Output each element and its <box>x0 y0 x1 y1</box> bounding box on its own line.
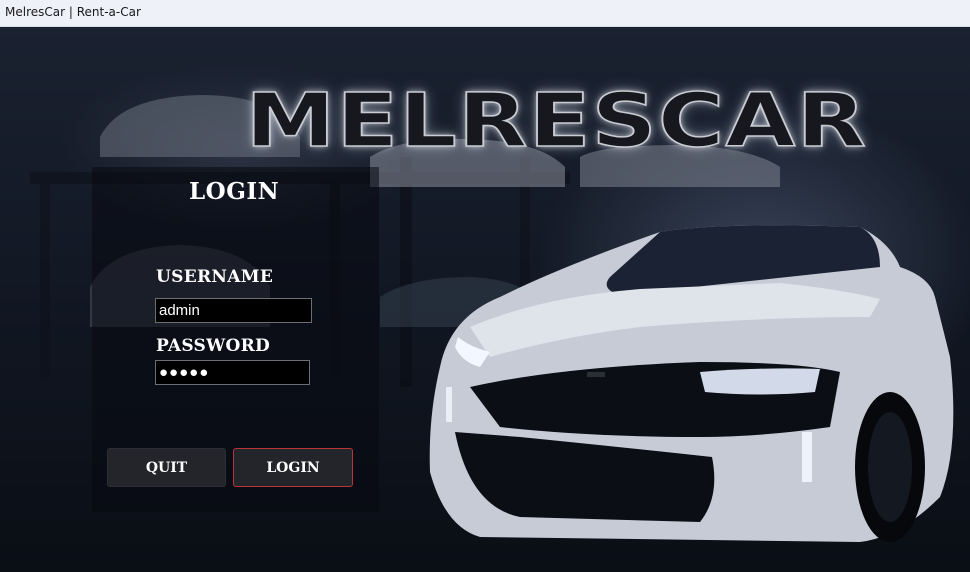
window-title-bar: MelresCar | Rent-a-Car <box>0 0 970 27</box>
login-button[interactable]: LOGIN <box>233 448 353 487</box>
login-button-label: LOGIN <box>266 459 320 476</box>
app-logo: MELRESCAR <box>244 78 868 164</box>
quit-button[interactable]: QUIT <box>107 448 226 487</box>
login-heading: LOGIN <box>189 178 280 205</box>
username-label: USERNAME <box>156 267 274 287</box>
password-label: PASSWORD <box>156 336 271 356</box>
sports-car-graphic <box>429 225 954 543</box>
password-input[interactable]: ●●●●● <box>155 360 310 385</box>
username-input[interactable]: admin <box>155 298 312 323</box>
quit-button-label: QUIT <box>145 459 188 476</box>
window-title: MelresCar | Rent-a-Car <box>5 5 141 19</box>
